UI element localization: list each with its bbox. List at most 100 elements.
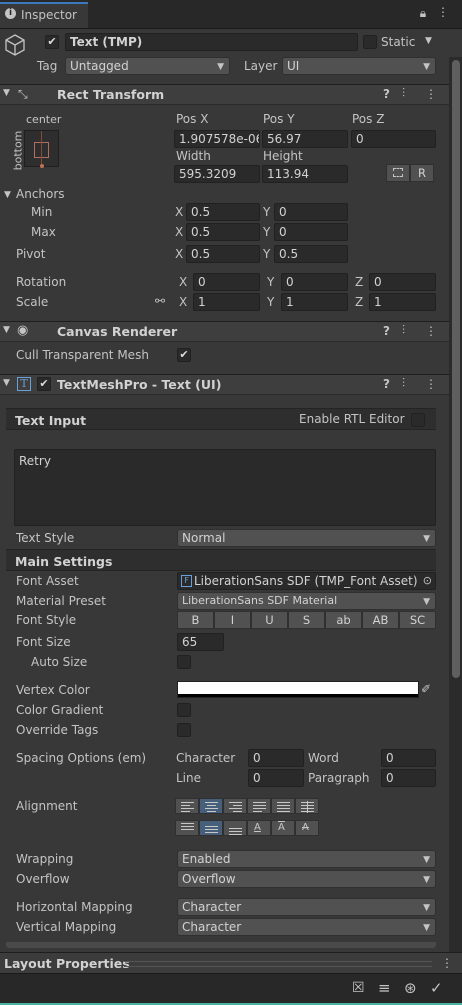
midline-glyph-icon: A: [278, 822, 285, 833]
anchor-preset-point: [40, 164, 44, 168]
width-field[interactable]: 595.3209: [174, 165, 260, 183]
layers-icon[interactable]: ≡: [378, 979, 391, 997]
layer-dropdown[interactable]: UI ▼: [282, 57, 436, 75]
rotation-x-field[interactable]: 0: [193, 273, 260, 291]
scale-y-field[interactable]: 1: [281, 293, 348, 311]
font-style-bold-button[interactable]: B: [177, 611, 214, 629]
align-midline-button[interactable]: A: [271, 820, 295, 836]
pivot-x-field[interactable]: 0.5: [186, 245, 260, 263]
pos-y-field[interactable]: 56.97: [262, 130, 348, 148]
eye-icon: ◉: [17, 323, 29, 338]
textmeshpro-enabled-checkbox[interactable]: ✔: [37, 377, 51, 391]
font-style-underline-button[interactable]: U: [251, 611, 288, 629]
layer-value: UI: [287, 59, 300, 73]
static-dropdown-icon[interactable]: ▼: [425, 36, 432, 46]
help-icon[interactable]: ?: [383, 87, 390, 101]
debug-mode-icon[interactable]: ☒: [352, 980, 365, 996]
blueprint-mode-button[interactable]: [386, 164, 410, 182]
horizontal-mapping-dropdown[interactable]: Character ▼: [177, 898, 436, 916]
help-icon[interactable]: ?: [383, 377, 390, 391]
canvas-renderer-header[interactable]: ▼ ◉ Canvas Renderer ? ⫶ ⋮: [0, 321, 449, 342]
align-justified-button[interactable]: [247, 798, 271, 814]
scale-z-field[interactable]: 1: [369, 293, 436, 311]
vertex-color-swatch[interactable]: [177, 681, 419, 698]
lock-icon[interactable]: 🔒︎: [417, 6, 429, 21]
inspector-scrollbar-thumb[interactable]: [452, 60, 460, 678]
override-tags-checkbox[interactable]: [177, 723, 191, 737]
rect-transform-header[interactable]: ▼ ⤡ Rect Transform ? ⫶ ⋮: [0, 84, 449, 105]
text-style-dropdown[interactable]: Normal ▼: [177, 529, 436, 547]
align-bottom-button[interactable]: [223, 820, 247, 836]
align-right-button[interactable]: [223, 798, 247, 814]
rotation-y-field[interactable]: 0: [281, 273, 348, 291]
preset-icon[interactable]: ⫶: [402, 323, 405, 338]
font-style-lowercase-button[interactable]: ab: [325, 611, 362, 629]
check-status-icon[interactable]: ✓: [430, 979, 443, 997]
anchor-max-x-field[interactable]: 0.5: [186, 223, 260, 241]
align-left-button[interactable]: [175, 798, 199, 814]
pivot-y-field[interactable]: 0.5: [274, 245, 348, 263]
align-flush-button[interactable]: [271, 798, 295, 814]
text-input-area[interactable]: Retry: [14, 449, 436, 526]
align-center-button[interactable]: [199, 798, 223, 814]
preset-icon[interactable]: ⫶: [402, 86, 405, 101]
height-field[interactable]: 113.94: [262, 165, 348, 183]
pos-z-field[interactable]: 0: [351, 130, 436, 148]
anchor-preset-button[interactable]: [24, 130, 59, 168]
align-middle-button[interactable]: [199, 820, 223, 836]
chevron-down-icon: ▼: [423, 875, 430, 885]
tag-dropdown[interactable]: Untagged ▼: [65, 57, 230, 75]
static-checkbox[interactable]: [363, 35, 377, 49]
paragraph-spacing-field[interactable]: 0: [381, 769, 436, 787]
font-style-strikethrough-button[interactable]: S: [288, 611, 325, 629]
eyedropper-icon[interactable]: ✐: [421, 682, 431, 696]
rot-z-axis: Z: [355, 275, 364, 289]
help-icon[interactable]: ?: [383, 324, 390, 338]
font-style-smallcaps-button[interactable]: SC: [399, 611, 436, 629]
material-preset-dropdown[interactable]: LiberationSans SDF Material ▼: [177, 592, 436, 610]
word-spacing-field[interactable]: 0: [381, 749, 436, 767]
raw-edit-button[interactable]: R: [410, 164, 434, 182]
font-style-italic-button[interactable]: I: [214, 611, 251, 629]
info-icon: i: [5, 8, 16, 19]
preset-icon[interactable]: ⫶: [402, 376, 405, 391]
align-top-button[interactable]: [175, 820, 199, 836]
wrapping-dropdown[interactable]: Enabled ▼: [177, 850, 436, 868]
layout-properties-bar[interactable]: Layout Properties ⋮: [0, 952, 462, 974]
color-gradient-checkbox[interactable]: [177, 703, 191, 717]
cull-transparent-mesh-checkbox[interactable]: ✔: [177, 348, 191, 362]
constrain-proportions-icon[interactable]: ⚯: [155, 294, 165, 308]
pos-x-field[interactable]: 1.907578e-06: [174, 130, 260, 148]
component-menu-icon[interactable]: ⋮: [425, 87, 437, 101]
gameobject-name-field[interactable]: Text (TMP): [65, 33, 358, 51]
align-baseline-button[interactable]: A: [247, 820, 271, 836]
font-style-uppercase-button[interactable]: AB: [362, 611, 399, 629]
vertical-mapping-dropdown[interactable]: Character ▼: [177, 918, 436, 936]
character-spacing-field[interactable]: 0: [248, 749, 304, 767]
collab-icon[interactable]: ⊛: [404, 979, 417, 997]
layout-properties-menu-icon[interactable]: ⋮: [441, 956, 453, 970]
line-spacing-field[interactable]: 0: [248, 769, 304, 787]
rtl-editor-checkbox[interactable]: [411, 413, 425, 427]
max-label: Max: [31, 225, 56, 239]
font-asset-field[interactable]: F LiberationSans SDF (TMP_Font Asset) ⊙: [177, 572, 436, 590]
overflow-dropdown[interactable]: Overflow ▼: [177, 870, 436, 888]
anchor-max-y-field[interactable]: 0: [274, 223, 348, 241]
rotation-z-field[interactable]: 0: [369, 273, 436, 291]
scale-x-field[interactable]: 1: [193, 293, 260, 311]
anchors-foldout-icon[interactable]: ▼: [4, 190, 11, 200]
tab-menu-icon[interactable]: ⋮: [437, 5, 449, 19]
align-capline-button[interactable]: A: [295, 820, 319, 836]
anchor-preset-vline: [41, 131, 42, 166]
font-size-field[interactable]: 65: [177, 633, 224, 651]
gameobject-active-checkbox[interactable]: ✔: [45, 35, 59, 49]
anchor-min-y-field[interactable]: 0: [274, 203, 348, 221]
inspector-tab[interactable]: i Inspector: [0, 2, 88, 28]
textmeshpro-header[interactable]: ▼ T ✔ TextMeshPro - Text (UI) ? ⫶ ⋮: [0, 374, 449, 395]
auto-size-checkbox[interactable]: [177, 655, 191, 669]
align-geometry-center-button[interactable]: [295, 798, 319, 814]
component-menu-icon[interactable]: ⋮: [425, 324, 437, 338]
component-menu-icon[interactable]: ⋮: [425, 377, 437, 391]
anchor-min-x-field[interactable]: 0.5: [186, 203, 260, 221]
object-picker-icon[interactable]: ⊙: [423, 573, 432, 589]
